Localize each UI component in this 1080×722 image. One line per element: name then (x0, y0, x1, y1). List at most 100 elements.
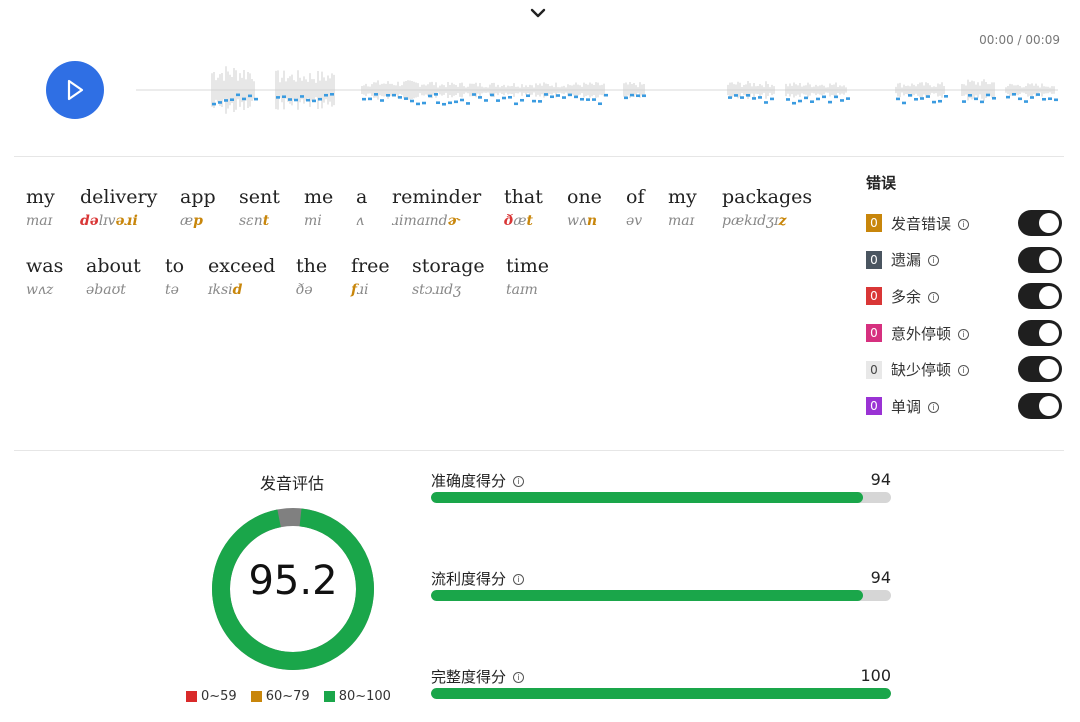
word-phonetic: wʌz (26, 282, 54, 298)
word-phonetic: sɛnt (239, 213, 270, 229)
word-phonetic: əbaʊt (86, 282, 126, 298)
word-to[interactable]: to tə (165, 255, 184, 298)
word-sent[interactable]: sent sɛnt (239, 186, 280, 229)
info-icon[interactable]: i (928, 291, 940, 303)
metric-progress-bar (431, 688, 891, 699)
word-was[interactable]: was wʌz (26, 255, 63, 298)
error-toggle[interactable] (1018, 392, 1062, 419)
word-text: packages (722, 186, 813, 208)
info-icon[interactable]: i (513, 672, 525, 683)
word-phonetic: ʌ (356, 213, 364, 229)
metric-progress-bar (431, 492, 891, 503)
word-text: a (356, 186, 368, 208)
word-text: my (26, 186, 55, 208)
word-my[interactable]: my maɪ (26, 186, 55, 229)
chevron-down-icon[interactable] (526, 4, 550, 22)
word-exceed[interactable]: exceed ɪksid (208, 255, 275, 298)
word-reminder[interactable]: reminder ɹimaɪndɚ (392, 186, 481, 229)
word-text: reminder (392, 186, 482, 208)
metric-value: 94 (870, 470, 891, 489)
word-a[interactable]: aʌ (356, 186, 367, 229)
error-toggle[interactable] (1018, 319, 1062, 346)
audio-waveform[interactable] (136, 52, 1058, 124)
legend-item: 0~59 (186, 689, 237, 704)
word-text: of (626, 186, 645, 208)
pitch-contour (212, 93, 1058, 106)
word-delivery[interactable]: delivery dəlɪvəɹi (80, 186, 157, 229)
word-phonetic: ðæt (504, 213, 533, 229)
word-phonetic: æp (180, 213, 203, 229)
error-count-badge: 0 (866, 397, 882, 416)
word-phonetic: maɪ (26, 213, 53, 229)
word-phonetic: tə (165, 282, 179, 298)
word-app[interactable]: app æp (180, 186, 216, 229)
word-text: one (567, 186, 602, 208)
error-panel: 错误 0 发音错误 i 0 遗漏 i 0 多余 i 0 意外停顿 i 0 缺少停顿 i 0 单调 i (866, 172, 1066, 425)
metric-value: 94 (870, 568, 891, 587)
play-button[interactable] (46, 61, 104, 119)
error-label: 缺少停顿 i (891, 359, 970, 380)
error-count-badge: 0 (866, 250, 882, 269)
word-text: exceed (208, 255, 276, 277)
play-icon (67, 79, 84, 101)
info-icon[interactable]: i (928, 255, 940, 267)
info-icon[interactable]: i (513, 476, 525, 487)
word-text: my (668, 186, 697, 208)
error-toggle[interactable] (1018, 246, 1062, 273)
info-icon[interactable]: i (958, 328, 970, 340)
word-packages[interactable]: packages pækɪdʒɪz (722, 186, 812, 229)
word-text: me (304, 186, 334, 208)
info-icon[interactable]: i (958, 218, 970, 230)
word-text: that (504, 186, 543, 208)
word-time[interactable]: time taɪm (506, 255, 549, 298)
legend-label: 0~59 (201, 689, 237, 704)
legend-label: 60~79 (265, 689, 310, 704)
error-toggle[interactable] (1018, 210, 1062, 236)
word-that[interactable]: that ðæt (504, 186, 543, 229)
error-row: 0 意外停顿 i (866, 315, 1066, 352)
metric-label: 准确度得分 i (431, 470, 525, 491)
word-phonetic: fɹi (351, 282, 369, 298)
metric-progress-fill (431, 688, 891, 699)
info-icon[interactable]: i (958, 365, 970, 377)
word-text: to (165, 255, 185, 277)
info-icon[interactable]: i (928, 401, 940, 413)
legend-swatch (323, 691, 335, 702)
word-text: app (180, 186, 216, 208)
error-label: 意外停顿 i (891, 323, 970, 344)
transcript-line: was wʌz about əbaʊt to tə exceed ɪksid the ðə free… (26, 255, 826, 324)
error-count-badge: 0 (866, 324, 882, 343)
legend-item: 80~100 (323, 689, 391, 704)
word-phonetic: wʌn (567, 213, 598, 229)
error-label: 单调 i (891, 396, 940, 417)
error-label: 遗漏 i (891, 249, 940, 270)
word-storage[interactable]: storage stɔɹɪdʒ (412, 255, 485, 298)
metric-label: 完整度得分 i (431, 666, 525, 687)
metric-progress-fill (431, 492, 864, 503)
metric-score: 流利度得分 i 94 (431, 568, 891, 618)
assessment-title: 发音评估 (259, 474, 324, 493)
word-free[interactable]: free fɹi (351, 255, 390, 298)
error-count-badge: 0 (866, 287, 882, 306)
word-phonetic: ðə (296, 282, 313, 298)
playback-time: 00:00 / 00:09 (979, 33, 1060, 47)
word-the[interactable]: the ðə (296, 255, 327, 298)
word-me[interactable]: me mi (304, 186, 333, 229)
word-text: delivery (80, 186, 158, 208)
word-my[interactable]: my maɪ (668, 186, 697, 229)
word-phonetic: mi (304, 213, 322, 229)
word-one[interactable]: one wʌn (567, 186, 602, 229)
info-icon[interactable]: i (513, 574, 525, 585)
word-about[interactable]: about əbaʊt (86, 255, 141, 298)
word-text: about (86, 255, 141, 277)
error-toggle[interactable] (1018, 283, 1062, 310)
metric-score: 完整度得分 i 100 (431, 666, 891, 716)
error-row: 0 多余 i (866, 278, 1066, 315)
word-of[interactable]: of əv (626, 186, 644, 229)
score-legend: 0~59 60~79 80~100 (186, 689, 391, 704)
error-label: 发音错误 i (891, 213, 970, 234)
error-panel-title: 错误 (866, 174, 897, 192)
metric-progress-fill (431, 590, 864, 601)
word-text: time (506, 255, 549, 277)
error-toggle[interactable] (1018, 356, 1062, 383)
